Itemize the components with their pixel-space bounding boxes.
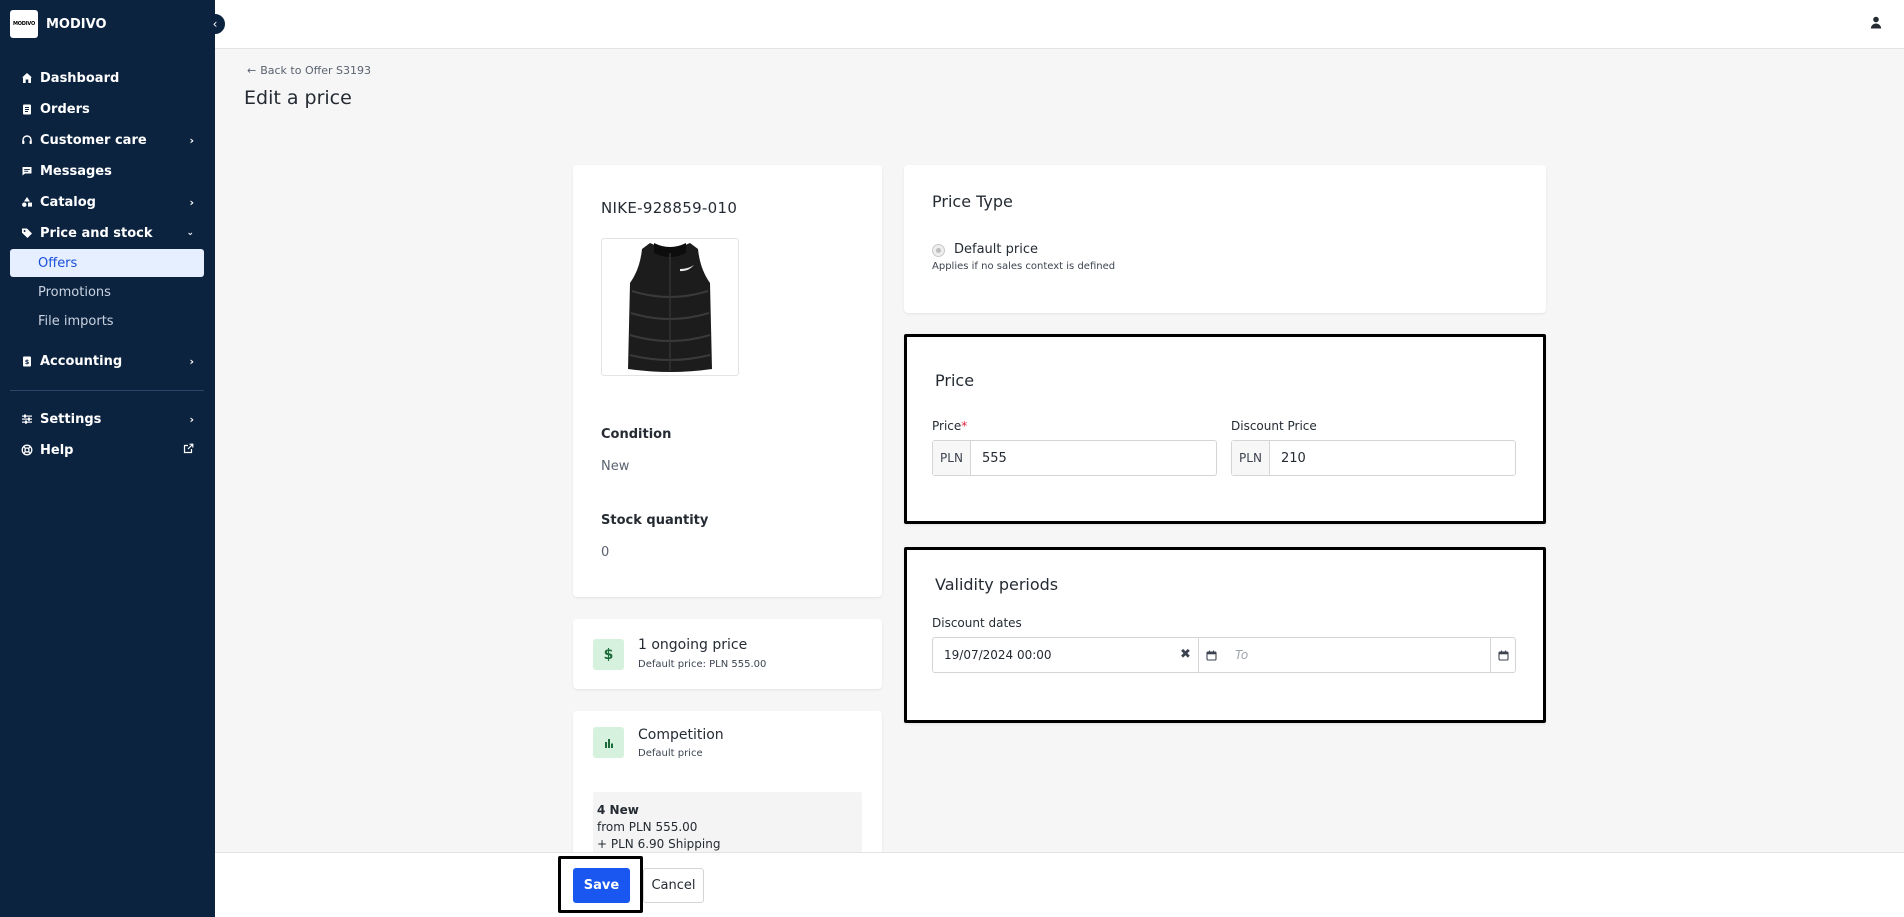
- sidebar-item-label: Customer care: [40, 132, 147, 148]
- product-sku: NIKE-928859-010: [601, 199, 738, 217]
- date-from-input[interactable]: 19/07/2024 00:00 ✖: [933, 638, 1198, 672]
- stock-value: 0: [601, 545, 610, 560]
- message-icon: [18, 165, 36, 177]
- ongoing-price-card[interactable]: $ 1 ongoing price Default price: PLN 555…: [573, 619, 882, 689]
- arrow-left-icon: ←: [247, 64, 257, 77]
- price-type-title: Price Type: [932, 192, 1013, 211]
- sidebar-item-orders[interactable]: Orders: [10, 95, 204, 123]
- nav-divider: [10, 390, 204, 391]
- save-button[interactable]: Save: [573, 868, 630, 903]
- product-image: [601, 238, 739, 376]
- calendar-icon[interactable]: [1198, 638, 1224, 672]
- chevron-right-icon: ›: [189, 354, 194, 368]
- currency-addon: PLN: [1232, 441, 1270, 475]
- competition-title: Competition: [638, 727, 724, 743]
- brand[interactable]: MODIVO MODIVO: [10, 10, 107, 38]
- cancel-button[interactable]: Cancel: [643, 868, 704, 903]
- sidebar-item-file-imports[interactable]: File imports: [10, 307, 204, 335]
- dollar-icon: $: [593, 639, 624, 670]
- price-card: Price Price* PLN 555 Discount Price PLN …: [904, 334, 1546, 524]
- back-link-label: Back to Offer S3193: [260, 64, 371, 77]
- stock-label: Stock quantity: [601, 513, 709, 528]
- sidebar-item-customer-care[interactable]: Customer care ›: [10, 126, 204, 154]
- shapes-icon: [18, 196, 36, 208]
- required-mark: *: [961, 419, 968, 433]
- sidebar-item-catalog[interactable]: Catalog ›: [10, 188, 204, 216]
- sidebar-item-label: Orders: [40, 101, 90, 117]
- condition-label: Condition: [601, 427, 672, 442]
- tag-icon: [18, 227, 36, 239]
- sidebar-item-price-and-stock[interactable]: Price and stock ⌄: [10, 219, 204, 247]
- sidebar-item-help[interactable]: Help: [10, 436, 204, 464]
- lifebuoy-icon: [18, 444, 36, 456]
- home-icon: [18, 72, 36, 84]
- calendar-icon[interactable]: [1490, 638, 1516, 672]
- discount-dates-range: 19/07/2024 00:00 ✖ To: [932, 637, 1516, 673]
- competition-offer-count: 4 New: [597, 803, 639, 817]
- sliders-icon: [18, 413, 36, 425]
- brand-logo: MODIVO: [10, 10, 38, 38]
- price-label: Price*: [932, 419, 967, 433]
- topbar: [215, 0, 1904, 49]
- ongoing-price-title: 1 ongoing price: [638, 637, 748, 653]
- date-from-value: 19/07/2024 00:00: [944, 648, 1052, 662]
- chevron-right-icon: ›: [189, 412, 194, 426]
- price-type-card: Price Type Default price Applies if no s…: [904, 165, 1546, 313]
- sidebar-item-offers[interactable]: Offers: [10, 249, 204, 277]
- validity-title: Validity periods: [935, 575, 1059, 594]
- competition-lowest-price: from PLN 555.00: [597, 820, 698, 834]
- svg-text:$: $: [25, 358, 30, 366]
- currency-addon: PLN: [933, 441, 971, 475]
- chevron-down-icon: ⌄: [186, 228, 194, 238]
- price-input[interactable]: PLN 555: [932, 440, 1217, 476]
- sidebar-item-dashboard[interactable]: Dashboard: [10, 64, 204, 92]
- sidebar-item-promotions[interactable]: Promotions: [10, 278, 204, 306]
- sidebar: MODIVO MODIVO Dashboard Orders Customer …: [0, 0, 215, 917]
- sidebar-item-label: Settings: [40, 411, 102, 427]
- clear-icon[interactable]: ✖: [1180, 647, 1191, 662]
- sidebar-item-settings[interactable]: Settings ›: [10, 405, 204, 433]
- brand-name: MODIVO: [46, 16, 107, 32]
- discount-price-value: 210: [1281, 450, 1306, 466]
- sidebar-item-label: Help: [40, 442, 74, 458]
- discount-dates-label: Discount dates: [932, 616, 1022, 630]
- headset-icon: [18, 134, 36, 146]
- page-title: Edit a price: [244, 87, 352, 109]
- date-to-input[interactable]: To: [1224, 638, 1490, 672]
- chevron-right-icon: ›: [189, 133, 194, 147]
- price-title: Price: [935, 371, 975, 390]
- price-label-text: Price: [932, 419, 962, 433]
- discount-price-label: Discount Price: [1231, 419, 1317, 433]
- clipboard-icon: [18, 103, 36, 115]
- default-price-label: Default price: [954, 242, 1038, 257]
- sidebar-item-label: Catalog: [40, 194, 96, 210]
- bar-chart-icon: [593, 727, 624, 758]
- sidebar-item-accounting[interactable]: $ Accounting ›: [10, 347, 204, 375]
- chevron-right-icon: ›: [189, 195, 194, 209]
- condition-value: New: [601, 459, 630, 474]
- competition-shipping: + PLN 6.90 Shipping: [597, 837, 721, 851]
- sidebar-item-label: Dashboard: [40, 70, 120, 86]
- sidebar-item-messages[interactable]: Messages: [10, 157, 204, 185]
- competition-subtitle: Default price: [638, 748, 703, 759]
- default-price-help: Applies if no sales context is defined: [932, 261, 1116, 272]
- date-to-placeholder: To: [1235, 648, 1249, 662]
- validity-periods-card: Validity periods Discount dates 19/07/20…: [904, 547, 1546, 723]
- sidebar-item-label: Price and stock: [40, 225, 153, 241]
- sidebar-item-label: Accounting: [40, 353, 123, 369]
- price-value: 555: [982, 450, 1007, 466]
- ongoing-price-subtitle: Default price: PLN 555.00: [638, 659, 767, 670]
- discount-price-input[interactable]: PLN 210: [1231, 440, 1516, 476]
- product-card: NIKE-928859-010 Condition New Stock quan…: [573, 165, 882, 597]
- back-link[interactable]: ← Back to Offer S3193: [247, 64, 371, 77]
- chevron-left-icon: ‹: [212, 17, 218, 31]
- sidebar-item-label: Messages: [40, 163, 112, 179]
- external-link-icon: [183, 443, 194, 457]
- sidebar-collapse-button[interactable]: ‹: [205, 14, 225, 34]
- form-footer: [215, 852, 1904, 917]
- ledger-icon: $: [18, 355, 36, 367]
- user-icon[interactable]: [1870, 16, 1882, 33]
- default-price-radio[interactable]: [932, 244, 945, 257]
